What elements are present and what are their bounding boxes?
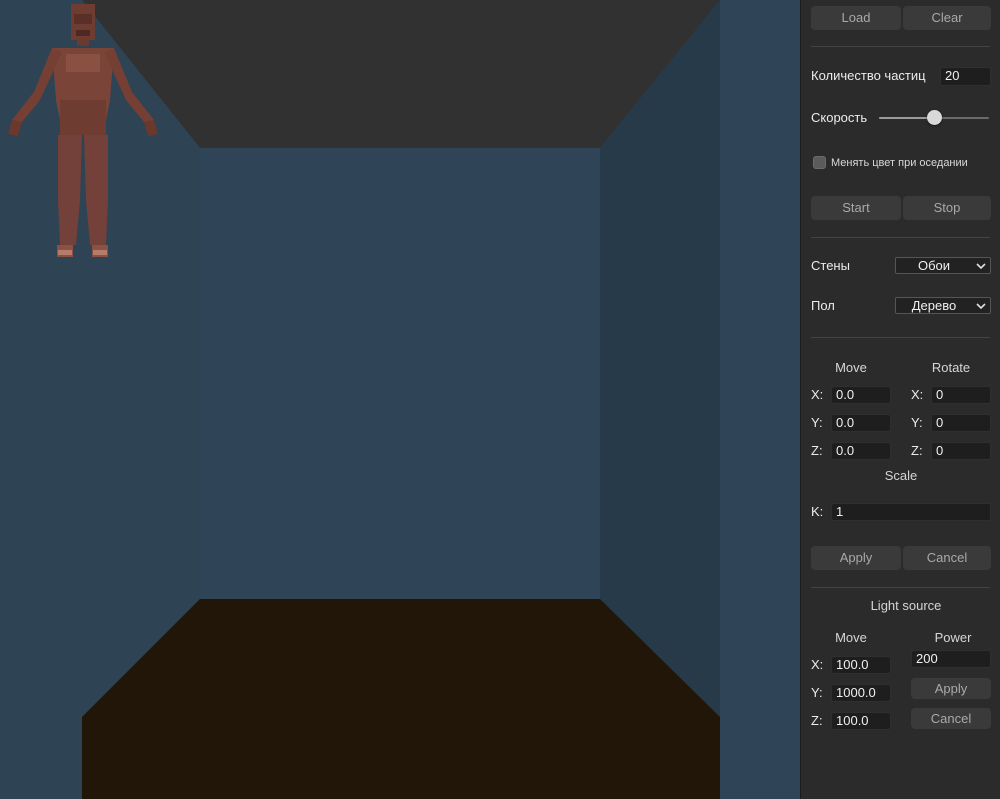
scale-title: Scale [884,468,918,483]
walls-select-value: Обои [917,258,951,273]
particle-count-label: Количество частиц [811,68,926,83]
clear-button[interactable]: Clear [903,6,991,30]
light-source-title: Light source [870,598,942,613]
speed-slider-thumb[interactable] [926,110,942,125]
divider [811,46,990,47]
move-y-label: Y: [811,415,823,430]
chevron-down-icon [976,303,986,310]
floor-label: Пол [811,298,835,313]
scale-k-label: K: [811,504,824,519]
control-panel: Load Clear Количество частиц 20 Скорость… [800,0,1000,799]
move-x-label: X: [811,387,824,402]
color-change-label: Менять цвет при оседании [831,157,968,169]
rotate-x-input[interactable]: 0 [931,386,991,404]
stop-button[interactable]: Stop [903,196,991,220]
light-z-input[interactable]: 100.0 [831,712,891,730]
light-apply-button[interactable]: Apply [911,678,991,699]
rotate-y-input[interactable]: 0 [931,414,991,432]
apply-transform-button[interactable]: Apply [811,546,901,570]
move-x-input[interactable]: 0.0 [831,386,891,404]
move-y-input[interactable]: 0.0 [831,414,891,432]
divider [811,337,990,338]
light-cancel-button[interactable]: Cancel [911,708,991,729]
rotate-y-label: Y: [911,415,923,430]
humanoid-model[interactable] [0,0,166,265]
move-z-input[interactable]: 0.0 [831,442,891,460]
light-power-title: Power [934,630,972,645]
walls-label: Стены [811,258,850,273]
scene-viewport[interactable] [0,0,800,799]
color-change-checkbox[interactable] [813,156,826,169]
move-z-label: Z: [811,443,823,458]
divider [811,237,990,238]
floor-select[interactable]: Дерево [895,297,991,314]
right-wall-outer [720,0,800,799]
rotate-z-input[interactable]: 0 [931,442,991,460]
speed-slider-fill [879,117,934,119]
rotate-x-label: X: [911,387,924,402]
start-button[interactable]: Start [811,196,901,220]
light-x-input[interactable]: 100.0 [831,656,891,674]
divider [811,587,990,588]
cancel-transform-button[interactable]: Cancel [903,546,991,570]
load-button[interactable]: Load [811,6,901,30]
rotate-title: Rotate [931,360,971,375]
scale-k-input[interactable]: 1 [831,503,991,521]
light-x-label: X: [811,657,824,672]
walls-select[interactable]: Обои [895,257,991,274]
speed-label: Скорость [811,110,868,125]
light-power-input[interactable]: 200 [911,650,991,668]
floor [82,599,720,799]
light-y-input[interactable]: 1000.0 [831,684,891,702]
floor-select-value: Дерево [911,298,957,313]
light-z-label: Z: [811,713,823,728]
light-move-title: Move [835,630,867,645]
light-y-label: Y: [811,685,823,700]
particle-count-input[interactable]: 20 [940,67,991,86]
move-title: Move [835,360,867,375]
rotate-z-label: Z: [911,443,923,458]
chevron-down-icon [976,263,986,270]
